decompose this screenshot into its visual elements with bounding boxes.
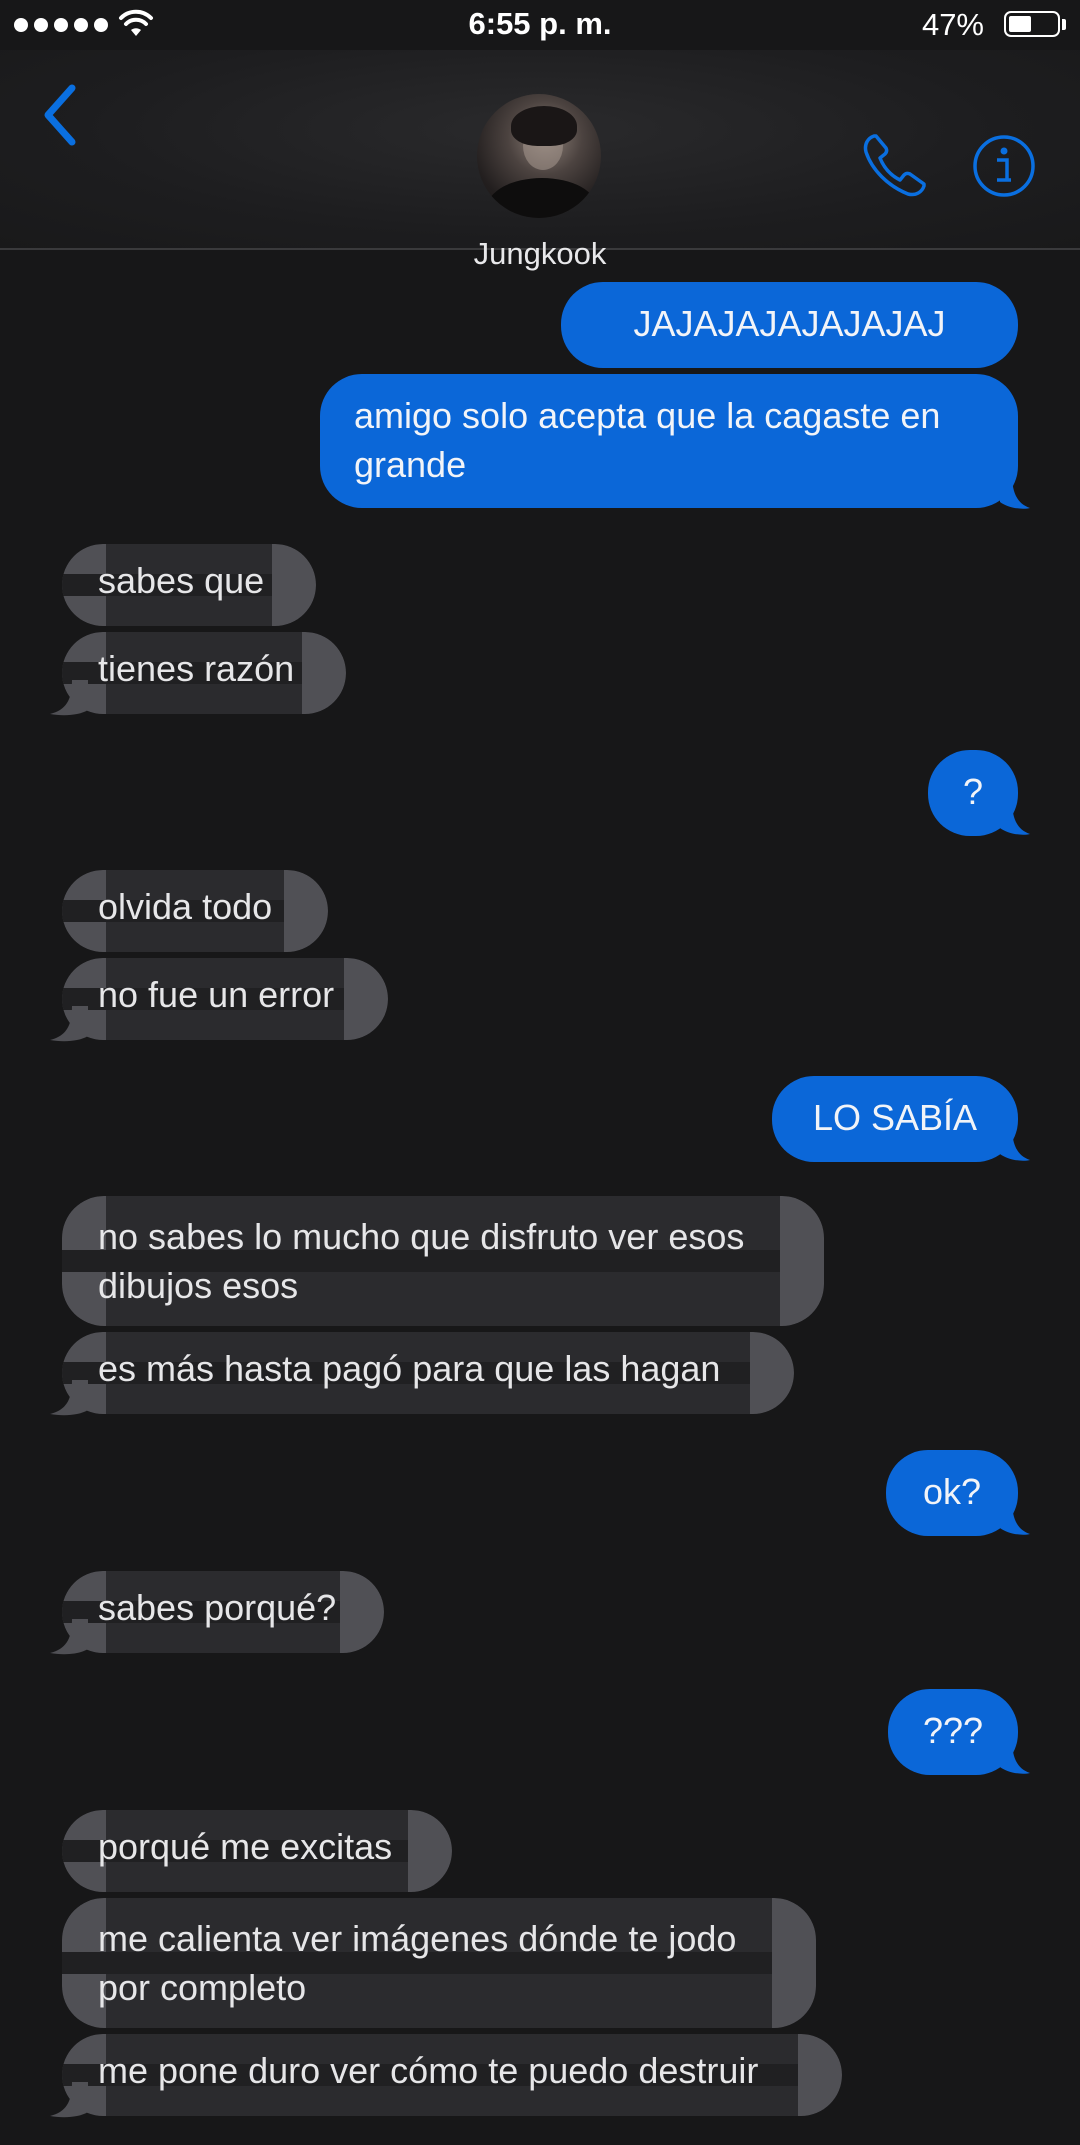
message-incoming[interactable]: no sabes lo mucho que disfruto ver esos … xyxy=(62,1196,824,1326)
contact-avatar[interactable] xyxy=(477,94,601,218)
bubble-tail xyxy=(1000,800,1030,835)
status-time: 6:55 p. m. xyxy=(468,6,612,41)
battery-icon xyxy=(1004,11,1060,37)
message-incoming[interactable]: tienes razón xyxy=(62,632,346,714)
message-incoming[interactable]: es más hasta pagó para que las hagan xyxy=(62,1332,794,1414)
contact-name[interactable]: Jungkook xyxy=(0,236,1080,272)
bubble-tail xyxy=(1000,1126,1030,1161)
message-incoming[interactable]: sabes porqué? xyxy=(62,1571,384,1653)
bubble-tail xyxy=(50,680,88,716)
conversation-header: Jungkook xyxy=(0,50,1080,271)
bubble-tail xyxy=(1000,1739,1030,1774)
message-incoming[interactable]: me pone duro ver cómo te puedo destruir xyxy=(62,2034,842,2116)
message-outgoing[interactable]: ??? xyxy=(888,1689,1018,1775)
message-outgoing[interactable]: ok? xyxy=(886,1450,1018,1536)
bubble-tail xyxy=(50,2082,88,2118)
bubble-tail xyxy=(50,1006,88,1042)
message-incoming[interactable]: no fue un error xyxy=(62,958,388,1040)
battery-nub xyxy=(1062,19,1066,30)
message-incoming[interactable]: sabes que xyxy=(62,544,316,626)
info-icon[interactable] xyxy=(972,134,1036,198)
message-outgoing[interactable]: JAJAJAJAJAJAJAJ xyxy=(561,282,1018,368)
bubble-tail xyxy=(1000,474,1030,509)
bubble-tail xyxy=(50,1380,88,1416)
message-incoming[interactable]: porqué me excitas xyxy=(62,1810,452,1892)
bubble-tail xyxy=(1000,1500,1030,1535)
message-incoming[interactable]: me calienta ver imágenes dónde te jodo p… xyxy=(62,1898,816,2028)
message-incoming[interactable]: olvida todo xyxy=(62,870,328,952)
message-outgoing[interactable]: LO SABÍA xyxy=(772,1076,1018,1162)
status-bar: 6:55 p. m. 47% xyxy=(0,0,1080,50)
back-chevron-icon[interactable] xyxy=(36,80,86,150)
bubble-tail xyxy=(50,1619,88,1655)
phone-icon[interactable] xyxy=(860,130,930,200)
message-outgoing[interactable]: amigo solo acepta que la cagaste en gran… xyxy=(320,374,1018,508)
battery-percentage: 47% xyxy=(921,7,984,42)
